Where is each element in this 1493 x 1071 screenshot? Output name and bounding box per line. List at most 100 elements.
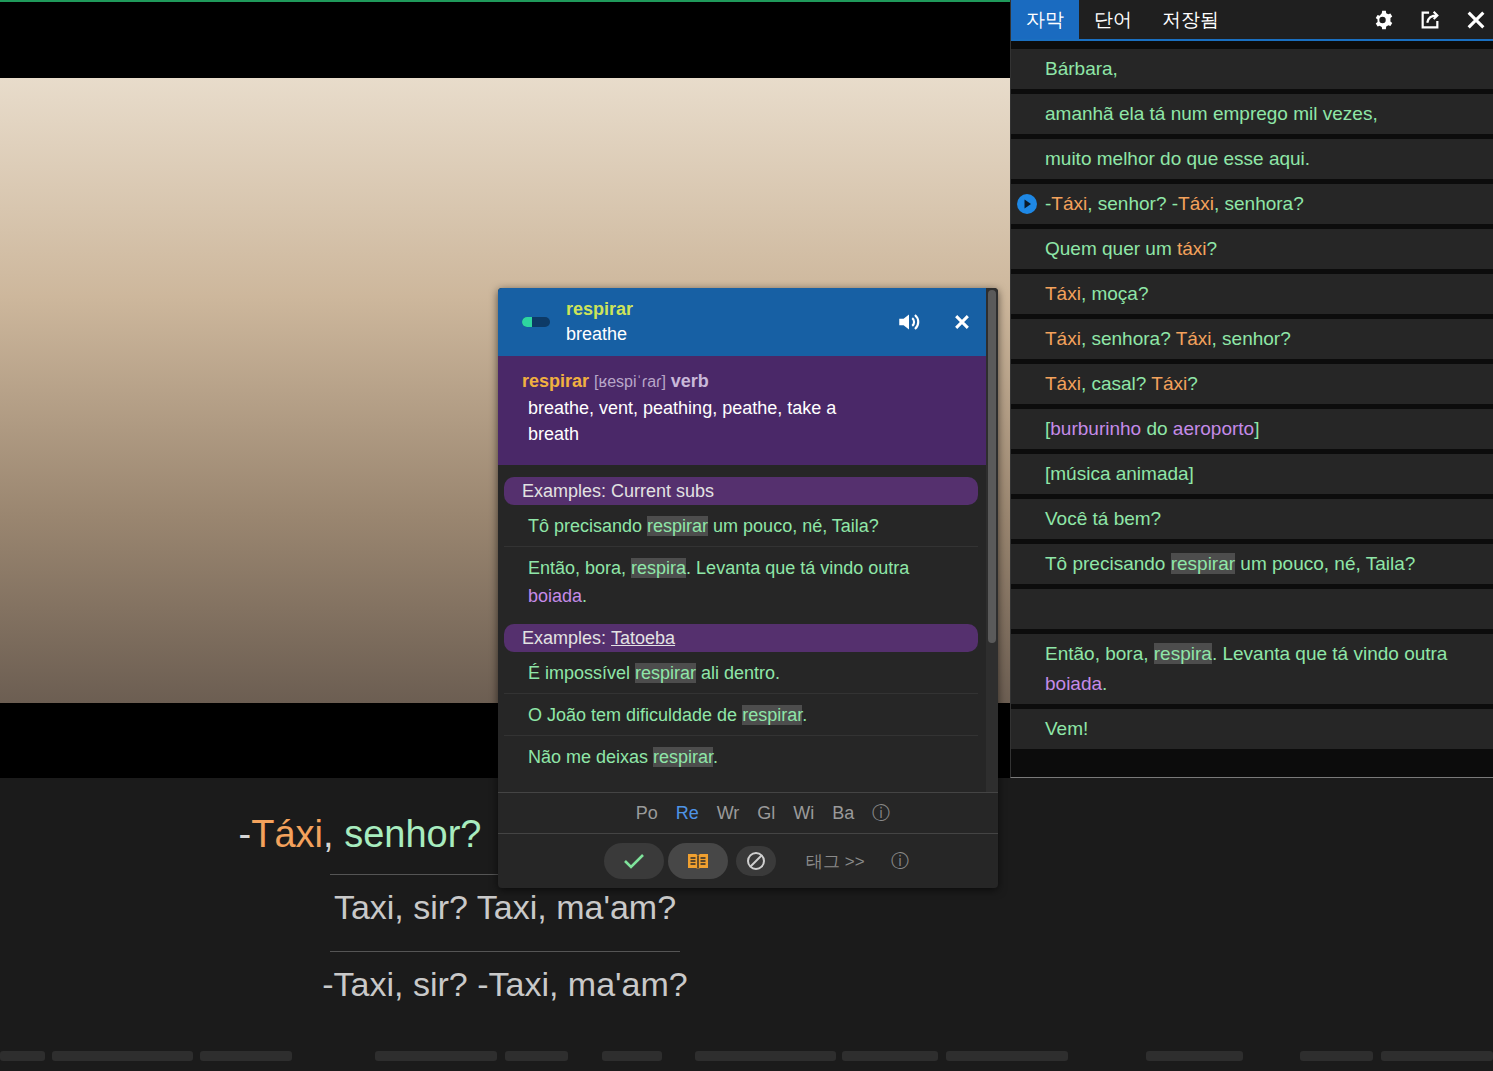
word-token[interactable]: Táxi: [1045, 283, 1081, 304]
speaker-icon[interactable]: [896, 309, 922, 335]
word-token[interactable]: Não me deixas: [528, 747, 653, 767]
ignore-button[interactable]: [736, 846, 776, 876]
info-icon[interactable]: ⓘ: [891, 849, 909, 873]
word-token[interactable]: , senhor?: [1212, 328, 1291, 349]
subtitle-row[interactable]: [1011, 589, 1493, 629]
word-token[interactable]: senhor?: [344, 813, 481, 855]
word-token[interactable]: O João tem dificuldade de: [528, 705, 742, 725]
subtitle-row[interactable]: amanhã ela tá num emprego mil vezes,: [1011, 94, 1493, 134]
subtitle-row[interactable]: Táxi, casal? Táxi?: [1011, 364, 1493, 404]
panel-tab[interactable]: 자막: [1011, 0, 1079, 39]
word-token[interactable]: respirar: [635, 663, 696, 683]
timeline-segment[interactable]: [946, 1051, 1068, 1061]
word-token[interactable]: respirar: [653, 747, 713, 767]
subtitle-row[interactable]: [burburinho do aeroporto]: [1011, 409, 1493, 449]
word-token[interactable]: É impossível: [528, 663, 635, 683]
word-token[interactable]: Táxi: [1151, 373, 1187, 394]
word-token[interactable]: Vem!: [1045, 718, 1088, 739]
timeline-segment[interactable]: [505, 1051, 568, 1061]
word-token[interactable]: Então, bora,: [528, 558, 631, 578]
subtitle-row[interactable]: Tô precisando respirar um pouco, né, Tai…: [1011, 544, 1493, 584]
word-token[interactable]: .: [1102, 673, 1107, 694]
word-token[interactable]: Táxi: [1176, 328, 1212, 349]
word-token[interactable]: Táxi: [1178, 193, 1214, 214]
word-token[interactable]: .: [582, 586, 587, 606]
subtitle-row[interactable]: Táxi, moça?: [1011, 274, 1493, 314]
dictionary-tab[interactable]: Re: [676, 803, 699, 824]
tag-button[interactable]: 태그 >>: [806, 850, 865, 873]
word-token[interactable]: Táxi: [251, 813, 323, 855]
word-token[interactable]: um pouco, né, Taila?: [1235, 553, 1415, 574]
timeline-segment[interactable]: [842, 1051, 938, 1061]
word-token[interactable]: , moça?: [1081, 283, 1149, 304]
timeline-segment[interactable]: [695, 1051, 836, 1061]
timeline-segment[interactable]: [602, 1051, 662, 1061]
word-token[interactable]: respirar: [1171, 553, 1235, 574]
word-token[interactable]: .: [713, 747, 718, 767]
info-icon[interactable]: ⓘ: [872, 801, 890, 825]
subtitle-row[interactable]: [música animada]: [1011, 454, 1493, 494]
dictionary-tab[interactable]: Wi: [793, 803, 814, 824]
panel-tab[interactable]: 단어: [1079, 0, 1147, 39]
play-icon[interactable]: [1017, 194, 1037, 214]
word-token[interactable]: -: [1045, 193, 1051, 214]
timeline-segment[interactable]: [375, 1051, 497, 1061]
word-token[interactable]: ?: [1207, 238, 1218, 259]
word-token[interactable]: , senhora?: [1214, 193, 1304, 214]
word-token[interactable]: boiada: [528, 586, 582, 606]
subtitle-row[interactable]: Vem!: [1011, 709, 1493, 749]
example-row[interactable]: Então, bora, respira. Levanta que tá vin…: [504, 547, 978, 616]
example-row[interactable]: Não me deixas respirar.: [504, 736, 978, 777]
subtitle-row[interactable]: Você tá bem?: [1011, 499, 1493, 539]
word-token[interactable]: [música animada]: [1045, 463, 1194, 484]
word-token[interactable]: ali dentro.: [696, 663, 780, 683]
word-token[interactable]: -: [239, 813, 252, 855]
panel-tab[interactable]: 저장됨: [1147, 0, 1234, 39]
timeline-segment[interactable]: [1381, 1051, 1493, 1061]
word-token[interactable]: .: [802, 705, 807, 725]
export-icon[interactable]: [1419, 9, 1441, 31]
word-token[interactable]: um pouco, né, Taila?: [708, 516, 879, 536]
word-token[interactable]: . Levanta que tá vindo outra: [686, 558, 909, 578]
word-token[interactable]: ?: [1187, 373, 1198, 394]
word-token[interactable]: , senhor? -: [1087, 193, 1178, 214]
word-token[interactable]: respira: [631, 558, 686, 578]
word-token[interactable]: respira: [1154, 643, 1212, 664]
word-token[interactable]: Tô precisando: [1045, 553, 1171, 574]
word-token[interactable]: Táxi: [1051, 193, 1087, 214]
dictionary-tab[interactable]: Ba: [832, 803, 854, 824]
subtitle-row[interactable]: Táxi, senhora? Táxi, senhor?: [1011, 319, 1493, 359]
timeline-segment[interactable]: [200, 1051, 292, 1061]
subtitle-timeline[interactable]: [0, 1051, 1493, 1061]
dictionary-tab[interactable]: Gl: [757, 803, 775, 824]
dictionary-tab[interactable]: Po: [636, 803, 658, 824]
word-token[interactable]: ]: [1254, 418, 1259, 439]
word-token[interactable]: muito melhor do que esse aqui.: [1045, 148, 1310, 169]
scrollbar[interactable]: [986, 288, 998, 792]
word-token[interactable]: do: [1141, 418, 1173, 439]
close-icon[interactable]: [1465, 9, 1487, 31]
word-token[interactable]: Tô precisando: [528, 516, 647, 536]
example-row[interactable]: Tô precisando respirar um pouco, né, Tai…: [504, 505, 978, 547]
timeline-segment[interactable]: [1300, 1051, 1373, 1061]
word-token[interactable]: , senhora?: [1081, 328, 1176, 349]
gear-icon[interactable]: [1373, 9, 1395, 31]
dictionary-tab[interactable]: Wr: [717, 803, 740, 824]
word-token[interactable]: burburinho: [1050, 418, 1141, 439]
word-token[interactable]: aeroporto: [1173, 418, 1254, 439]
example-row[interactable]: É impossível respirar ali dentro.: [504, 652, 978, 694]
word-token[interactable]: . Levanta que tá vindo outra: [1212, 643, 1448, 664]
timeline-segment[interactable]: [52, 1051, 193, 1061]
subtitle-row[interactable]: -Táxi, senhor? -Táxi, senhora?: [1011, 184, 1493, 224]
subtitle-row[interactable]: muito melhor do que esse aqui.: [1011, 139, 1493, 179]
close-icon[interactable]: [952, 312, 972, 332]
word-token[interactable]: boiada: [1045, 673, 1102, 694]
timeline-segment[interactable]: [1146, 1051, 1243, 1061]
subtitle-row[interactable]: Então, bora, respira. Levanta que tá vin…: [1011, 634, 1493, 704]
known-button[interactable]: [604, 843, 664, 879]
word-token[interactable]: Quem quer um: [1045, 238, 1177, 259]
subtitle-row[interactable]: Quem quer um táxi?: [1011, 229, 1493, 269]
word-token[interactable]: respirar: [647, 516, 708, 536]
learn-button[interactable]: [668, 843, 728, 879]
word-token[interactable]: , casal?: [1081, 373, 1151, 394]
